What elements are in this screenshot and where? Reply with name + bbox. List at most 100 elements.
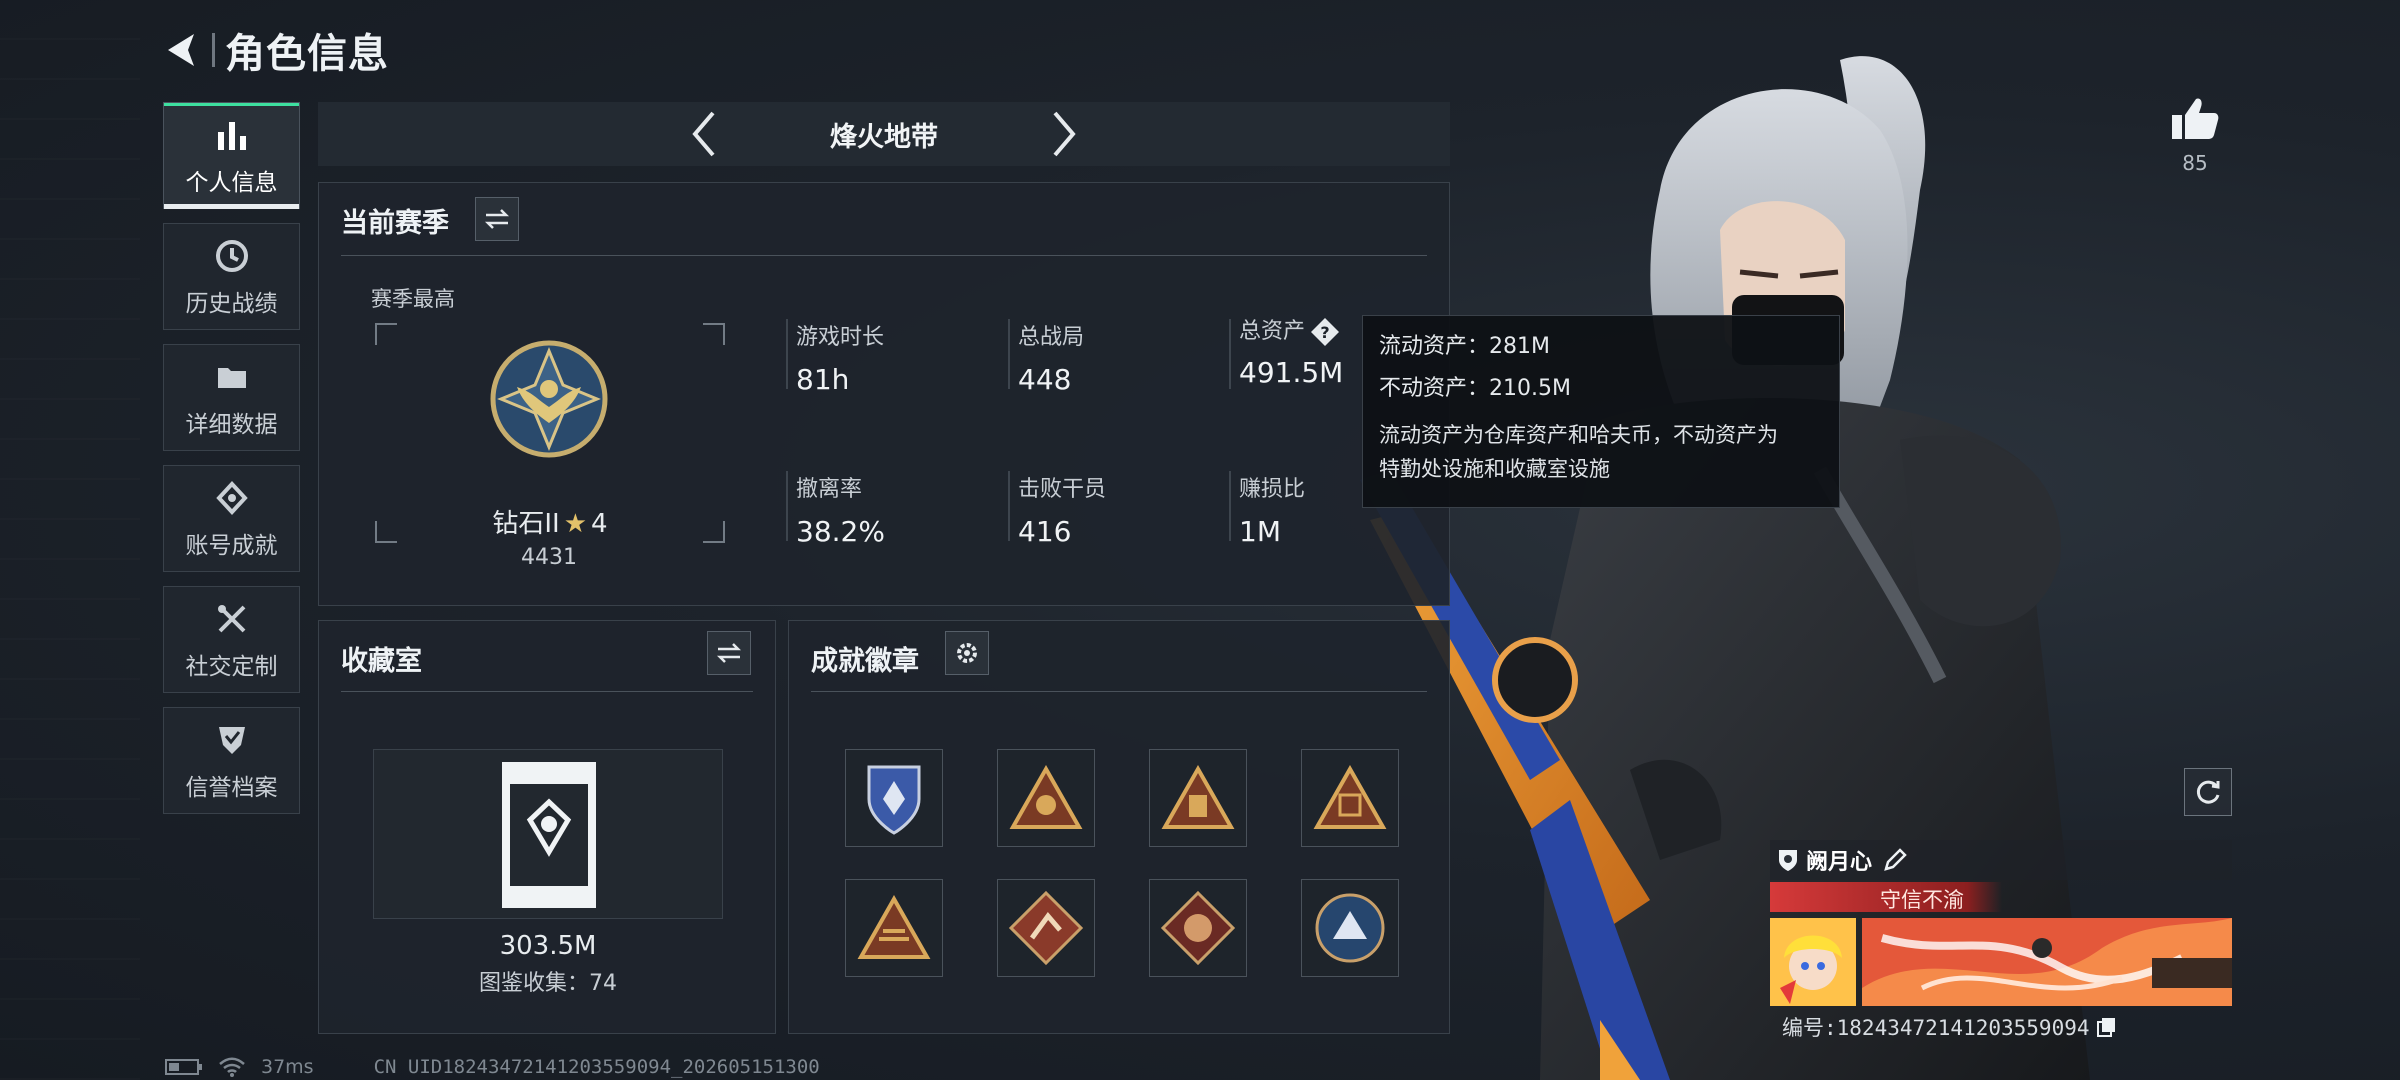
tooltip-description-line2: 特勤处设施和收藏室设施 — [1379, 457, 1610, 481]
badge-item[interactable] — [1301, 879, 1399, 977]
display-case-icon — [502, 762, 596, 908]
stat-profit-loss-ratio: 赚损比 1M — [1229, 471, 1305, 548]
badge-item[interactable] — [997, 879, 1095, 977]
avatar[interactable] — [1770, 918, 1856, 1006]
sidebar-item-label: 信誉档案 — [185, 774, 278, 801]
triangle-badge-icon — [857, 895, 931, 959]
sidebar-item-credit-record[interactable]: 信誉档案 — [163, 707, 300, 814]
triangle-badge-icon — [1161, 765, 1235, 829]
achievement-badges-panel: 成就徽章 — [788, 620, 1450, 1034]
season-best-label: 赛季最高 — [371, 287, 455, 311]
next-mode-button[interactable] — [1034, 104, 1094, 164]
status-bar: 37ms CN UID18243472141203559094_20260515… — [165, 1055, 820, 1079]
badge-item[interactable] — [1301, 749, 1399, 847]
badge-item[interactable] — [1149, 879, 1247, 977]
shield-icon — [1779, 850, 1797, 871]
triangle-badge-icon — [1313, 765, 1387, 829]
bar-chart-icon — [212, 115, 252, 155]
like-button[interactable]: 85 — [2160, 95, 2230, 175]
page-header: 角色信息 — [160, 20, 389, 80]
help-icon[interactable]: ? — [1309, 316, 1341, 348]
collection-vault[interactable] — [373, 749, 723, 919]
sidebar-item-label: 历史战绩 — [185, 290, 278, 317]
swap-icon — [484, 209, 510, 229]
diamond-badge-icon — [1008, 890, 1084, 966]
diamond-rank-emblem-icon — [490, 340, 608, 458]
collection-value: 303.5M — [499, 931, 597, 961]
badge-item[interactable] — [845, 879, 943, 977]
gear-icon — [957, 643, 977, 663]
sidebar: 个人信息 历史战绩 详细数据 账号成就 社交定制 信誉档案 — [163, 102, 300, 828]
battery-icon — [165, 1059, 202, 1075]
player-id: 编号:18243472141203559094 — [1782, 1012, 2118, 1042]
uid-text: CN UID18243472141203559094_202605151300 — [373, 1056, 820, 1078]
wifi-icon — [219, 1057, 245, 1077]
sidebar-item-detailed-data[interactable]: 详细数据 — [163, 344, 300, 451]
namecard-header: 阙月心 — [1770, 840, 2232, 880]
player-namecard: 阙月心 守信不渝 编号:18243472141203559094 — [1770, 840, 2232, 1040]
rank-score: 4431 — [521, 545, 577, 570]
sidebar-item-label: 账号成就 — [185, 532, 278, 559]
badge-item[interactable] — [845, 749, 943, 847]
player-title-tag: 守信不渝 — [1770, 882, 2002, 912]
stat-total-matches: 总战局 448 — [1008, 319, 1084, 396]
sidebar-item-personal-info[interactable]: 个人信息 — [163, 102, 300, 209]
swap-icon — [716, 643, 742, 663]
star-icon: ★ — [563, 509, 588, 539]
sidebar-item-achievements[interactable]: 账号成就 — [163, 465, 300, 572]
ping-text: 37ms — [261, 1056, 314, 1078]
police-shield-badge-icon — [867, 765, 921, 835]
clock-icon — [212, 236, 252, 276]
sidebar-item-match-history[interactable]: 历史战绩 — [163, 223, 300, 330]
diamond-badge-icon — [1160, 890, 1236, 966]
edit-pencil-icon[interactable] — [1882, 847, 1908, 873]
header-divider — [212, 33, 215, 67]
collection-room-panel: 收藏室 303.5M 图鉴收集：74 — [318, 620, 776, 1034]
tooltip-description-line1: 流动资产为仓库资产和哈夫币，不动资产为 — [1379, 423, 1778, 447]
rank-name: 钻石II ★ 4 — [492, 509, 608, 539]
collection-count: 图鉴收集：74 — [479, 971, 617, 996]
badges-settings-button[interactable] — [945, 631, 989, 675]
shield-check-icon — [212, 720, 252, 760]
back-arrow-icon[interactable] — [160, 28, 204, 72]
collection-title: 收藏室 — [341, 646, 422, 677]
current-season-panel: 当前赛季 赛季最高 钻石II ★ 4 4431 游戏时长 81h 总战局 448 总… — [318, 182, 1450, 606]
like-count: 85 — [2182, 151, 2208, 175]
page-title: 角色信息 — [225, 31, 389, 77]
svg-text:?: ? — [1320, 323, 1329, 342]
tooltip-liquid-assets: 流动资产：281M — [1379, 334, 1550, 359]
stat-total-assets: 总资产 ? 491.5M — [1229, 313, 1343, 389]
stat-operators-defeated: 击败干员 416 — [1008, 471, 1106, 548]
badges-title: 成就徽章 — [811, 646, 919, 677]
stat-extraction-rate: 撤离率 38.2% — [786, 471, 885, 548]
triangle-badge-icon — [1009, 765, 1083, 829]
sidebar-item-label: 社交定制 — [185, 653, 278, 680]
folder-icon — [212, 357, 252, 397]
panel-divider — [341, 691, 753, 692]
panel-divider — [341, 255, 1427, 256]
panel-divider — [811, 691, 1427, 692]
achievement-icon — [212, 478, 252, 518]
tooltip-fixed-assets: 不动资产：210.5M — [1379, 376, 1571, 401]
badge-item[interactable] — [1149, 749, 1247, 847]
season-switch-button[interactable] — [475, 197, 519, 241]
copy-icon[interactable] — [2096, 1016, 2118, 1038]
badge-item[interactable] — [997, 749, 1095, 847]
prev-mode-button[interactable] — [674, 104, 734, 164]
assets-tooltip: 流动资产：281M 不动资产：210.5M 流动资产为仓库资产和哈夫币，不动资产… — [1362, 315, 1840, 508]
namecard-banner — [1862, 918, 2232, 1006]
round-badge-icon — [1315, 893, 1385, 963]
player-name: 阙月心 — [1806, 850, 1873, 875]
collection-switch-button[interactable] — [707, 631, 751, 675]
thumbs-up-icon — [2172, 98, 2219, 139]
tools-icon — [212, 599, 252, 639]
rank-frame: 钻石II ★ 4 — [375, 323, 725, 543]
refresh-button[interactable] — [2184, 768, 2232, 816]
sidebar-item-label: 个人信息 — [185, 169, 278, 196]
stat-play-time: 游戏时长 81h — [786, 319, 884, 396]
refresh-icon — [2196, 780, 2220, 804]
mode-switcher: 烽火地带 — [318, 102, 1450, 166]
sidebar-item-label: 详细数据 — [185, 411, 278, 438]
sidebar-item-social-custom[interactable]: 社交定制 — [163, 586, 300, 693]
mode-name: 烽火地带 — [830, 121, 938, 153]
